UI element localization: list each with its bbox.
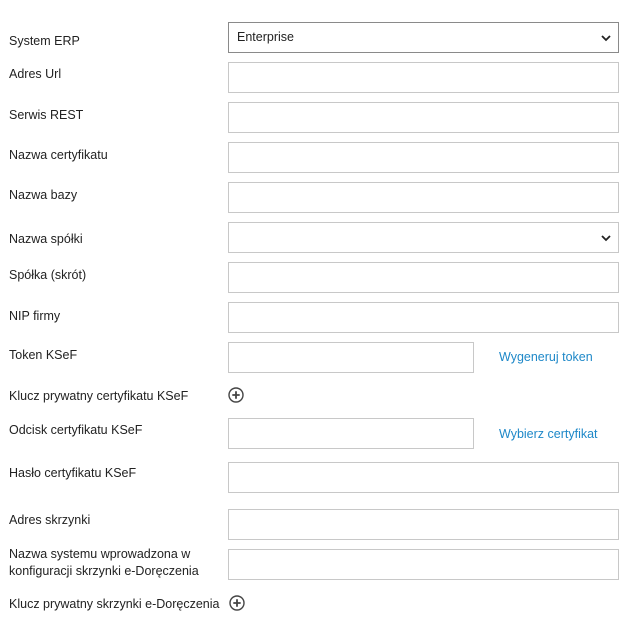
nazwa-spolki-select[interactable] [228, 222, 619, 253]
serwis-rest-input[interactable] [228, 102, 619, 133]
system-erp-value: Enterprise [237, 30, 294, 44]
haslo-certyfikatu-label: Hasło certyfikatu KSeF [9, 466, 137, 480]
plus-circle-icon[interactable] [228, 387, 244, 403]
token-ksef-label: Token KSeF [9, 348, 78, 362]
nip-firmy-label: NIP firmy [9, 309, 61, 323]
system-erp-label: System ERP [9, 34, 80, 48]
spolka-skrot-input[interactable] [228, 262, 619, 293]
odcisk-certyfikatu-label: Odcisk certyfikatu KSeF [9, 423, 143, 437]
nazwa-systemu-label-line2: konfiguracji skrzynki e-Doręczenia [9, 564, 199, 578]
generate-token-link[interactable]: Wygeneruj token [499, 350, 593, 364]
nazwa-systemu-label-line1: Nazwa systemu wprowadzona w [9, 547, 191, 561]
adres-url-input[interactable] [228, 62, 619, 93]
nazwa-bazy-input[interactable] [228, 182, 619, 213]
nazwa-certyfikatu-label: Nazwa certyfikatu [9, 148, 108, 162]
select-certificate-link[interactable]: Wybierz certyfikat [499, 427, 598, 441]
nip-firmy-input[interactable] [228, 302, 619, 333]
serwis-rest-label: Serwis REST [9, 108, 84, 122]
nazwa-bazy-label: Nazwa bazy [9, 188, 78, 202]
klucz-prywatny-skrzynki-label: Klucz prywatny skrzynki e-Doręczenia [9, 597, 220, 611]
chevron-down-icon [601, 35, 611, 42]
chevron-down-icon [601, 235, 611, 242]
system-erp-select[interactable]: Enterprise [228, 22, 619, 53]
spolka-skrot-label: Spółka (skrót) [9, 268, 87, 282]
nazwa-certyfikatu-input[interactable] [228, 142, 619, 173]
adres-skrzynki-label: Adres skrzynki [9, 513, 91, 527]
plus-circle-icon[interactable] [229, 595, 245, 611]
adres-skrzynki-input[interactable] [228, 509, 619, 540]
adres-url-label: Adres Url [9, 67, 62, 81]
token-ksef-input[interactable] [228, 342, 474, 373]
klucz-prywatny-ksef-label: Klucz prywatny certyfikatu KSeF [9, 389, 189, 403]
odcisk-certyfikatu-input[interactable] [228, 418, 474, 449]
haslo-certyfikatu-input[interactable] [228, 462, 619, 493]
nazwa-spolki-label: Nazwa spółki [9, 232, 83, 246]
nazwa-systemu-input[interactable] [228, 549, 619, 580]
